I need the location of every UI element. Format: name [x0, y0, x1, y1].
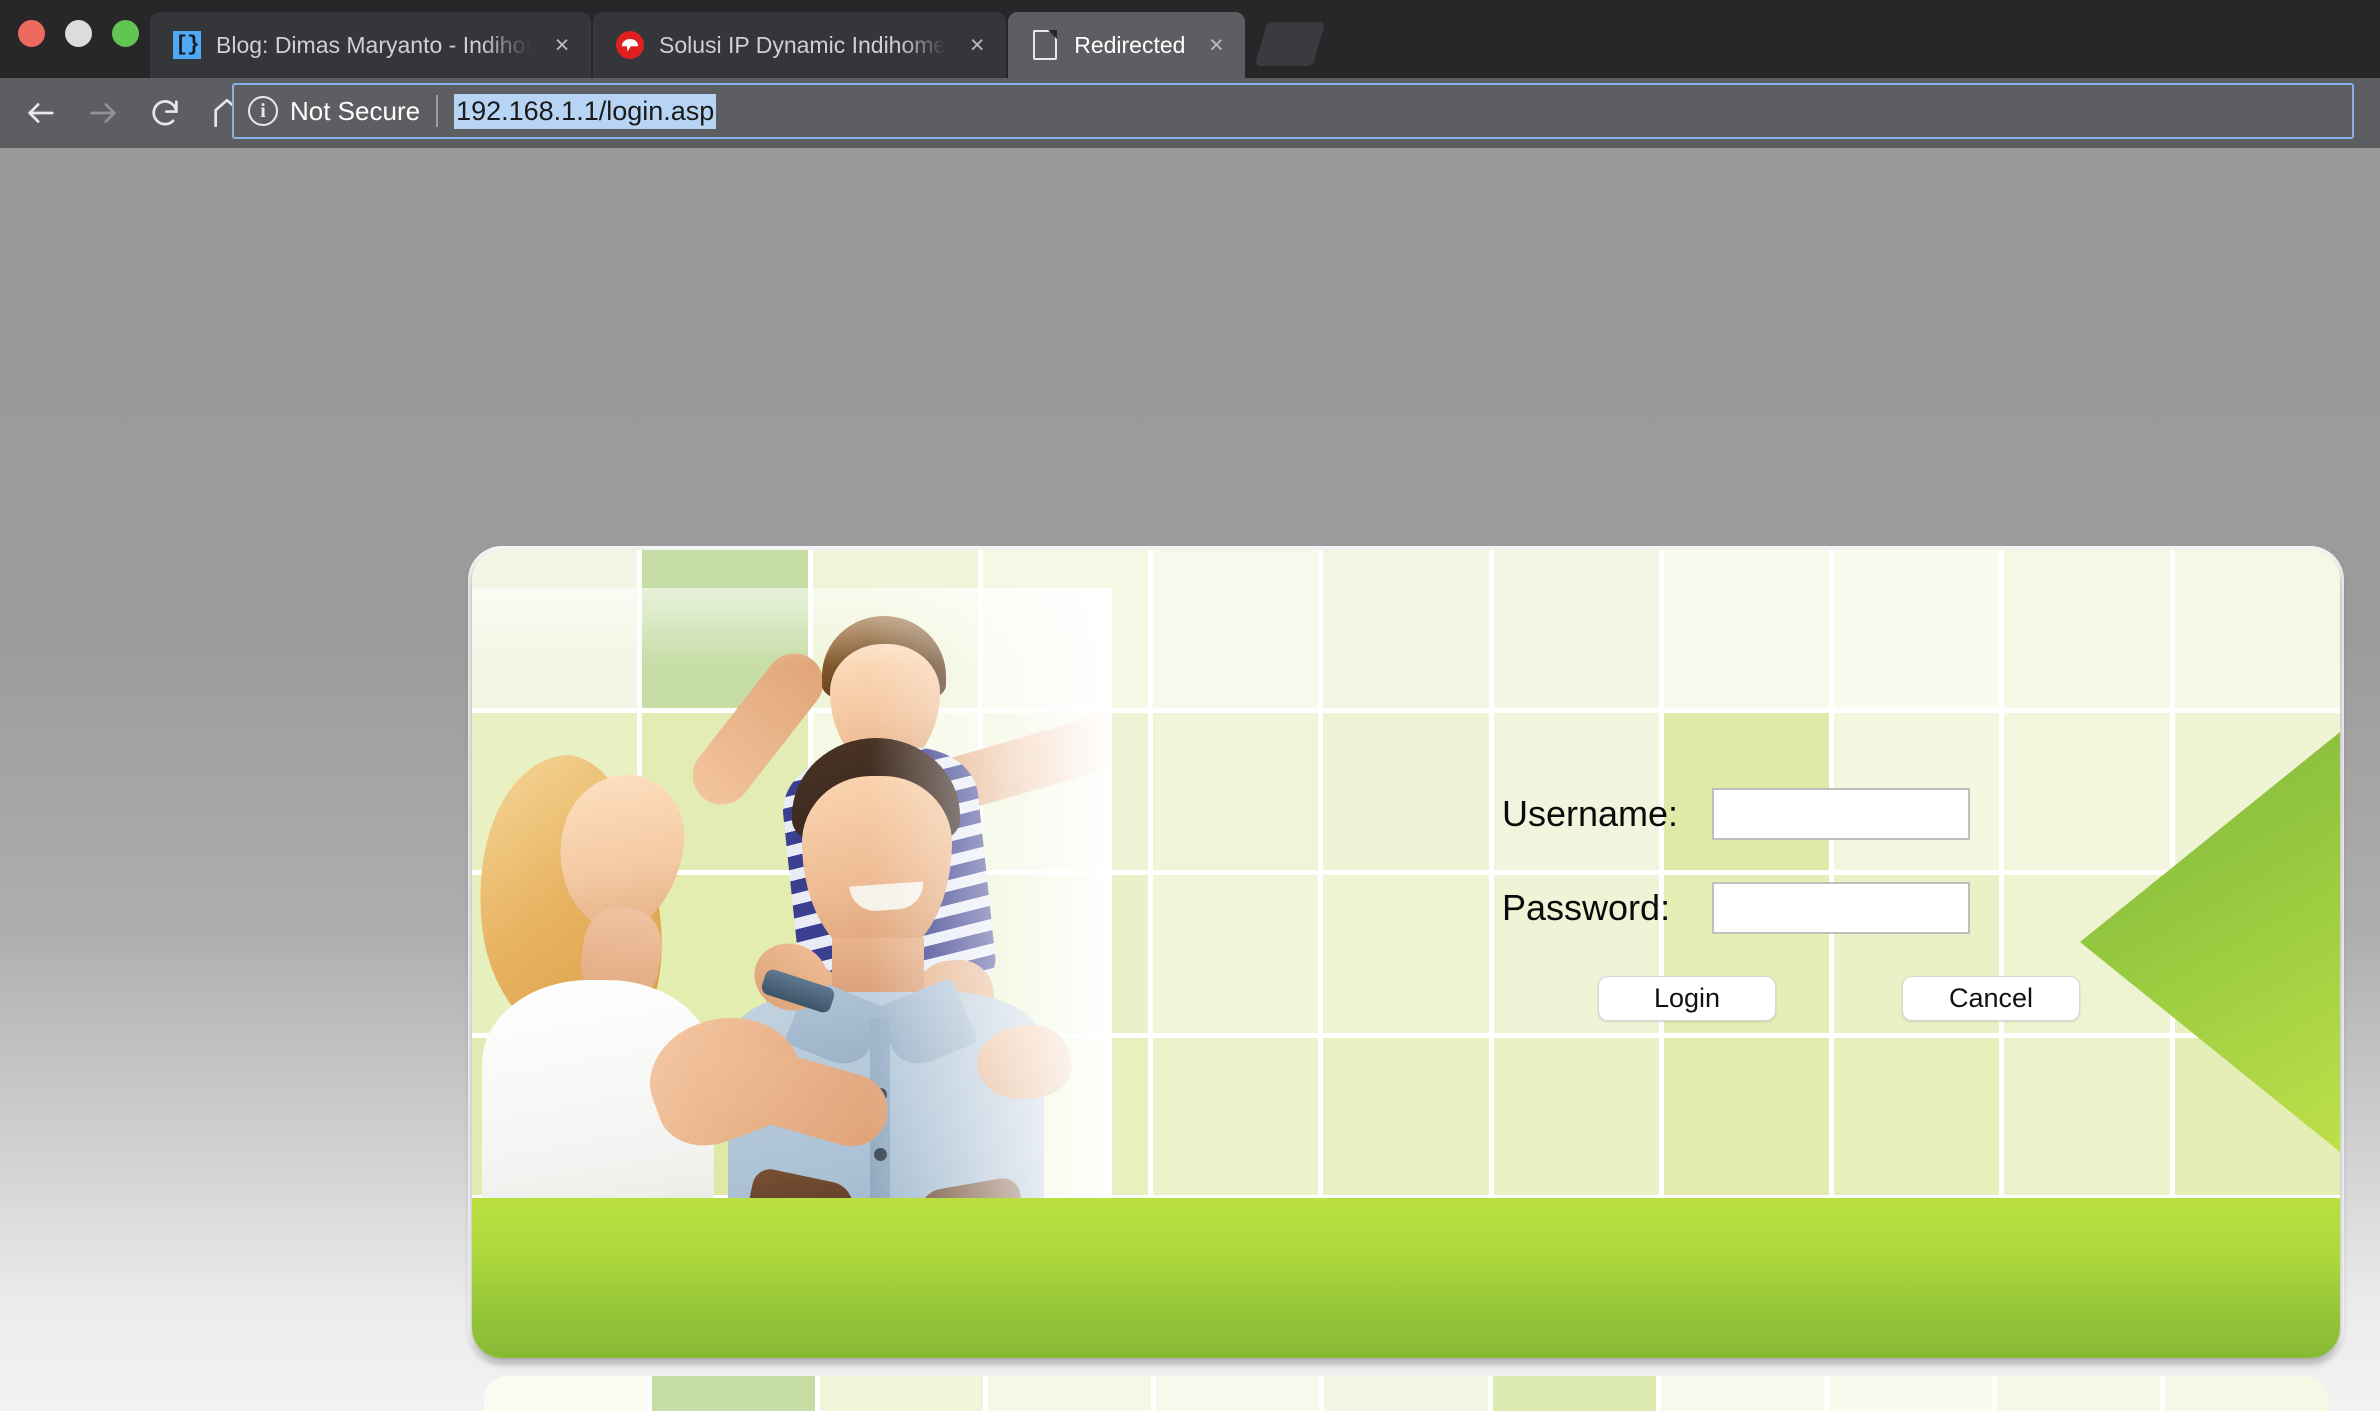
mosaic-tile	[1153, 550, 1319, 708]
username-label: Username:	[1502, 793, 1679, 834]
mosaic-tile	[472, 875, 638, 1033]
close-tab-3-button[interactable]: ×	[1201, 30, 1231, 60]
mosaic-tile	[1323, 712, 1489, 871]
mosaic-tile	[982, 875, 1149, 1033]
mosaic-tile	[1153, 712, 1319, 871]
mosaic-tile	[652, 1376, 816, 1411]
mosaic-tile	[982, 1037, 1149, 1196]
mosaic-tile	[1834, 1037, 2000, 1196]
login-form: Username: Password: Login Cancel	[1502, 788, 2122, 1021]
username-input[interactable]	[1712, 788, 1970, 840]
password-input[interactable]	[1712, 882, 1970, 934]
mosaic-tile	[642, 875, 808, 1033]
document-icon	[1030, 30, 1060, 60]
tab-title-3: Redirected	[1074, 31, 1186, 58]
url-text[interactable]: 192.168.1.1/login.asp	[454, 93, 717, 129]
page-viewport: Username: Password: Login Cancel	[0, 148, 2380, 1411]
mosaic-tile	[2174, 550, 2340, 708]
mosaic-tile	[1660, 1376, 1824, 1411]
tab-strip: [} Blog: Dimas Maryanto - Indihome × Sol…	[0, 0, 2380, 78]
tab-title-2: Solusi IP Dynamic Indihome	[659, 31, 947, 58]
minimize-window-button[interactable]	[65, 20, 92, 47]
info-circle-icon[interactable]: i	[248, 96, 278, 126]
mosaic-tile	[1323, 550, 1489, 708]
tab-list: [} Blog: Dimas Maryanto - Indihome × Sol…	[150, 0, 1326, 78]
reload-icon[interactable]	[134, 82, 196, 144]
mosaic-tile	[1834, 550, 2000, 708]
mosaic-tile	[472, 712, 638, 871]
browser-window: [} Blog: Dimas Maryanto - Indihome × Sol…	[0, 0, 2380, 1411]
security-status-label: Not Secure	[290, 95, 421, 126]
close-tab-1-button[interactable]: ×	[547, 30, 577, 60]
browser-tab-1[interactable]: [} Blog: Dimas Maryanto - Indihome ×	[150, 12, 591, 78]
mosaic-tile	[1323, 875, 1489, 1033]
address-bar[interactable]: i Not Secure 192.168.1.1/login.asp	[232, 83, 2354, 139]
password-row: Password:	[1502, 882, 2122, 934]
mosaic-tile	[2004, 550, 2170, 708]
mosaic-tile	[812, 1037, 978, 1196]
red-circle-icon	[615, 30, 645, 60]
mosaic-tile	[1323, 1037, 1489, 1196]
mosaic-tile	[1493, 1037, 1659, 1196]
mosaic-tile	[1828, 1376, 1992, 1411]
card-footer-bar	[472, 1198, 2340, 1358]
mosaic-tile	[1156, 1376, 1320, 1411]
mosaic-tile	[484, 1376, 648, 1411]
omnibox-divider	[436, 95, 439, 127]
mosaic-tile	[1663, 1037, 1830, 1196]
mosaic-tile	[1493, 550, 1659, 708]
close-window-button[interactable]	[18, 20, 45, 47]
router-login-card: Username: Password: Login Cancel	[472, 550, 2340, 1358]
blogger-icon: [}	[172, 30, 202, 60]
mosaic-tile	[1153, 1037, 1319, 1196]
form-actions: Login Cancel	[1598, 976, 2122, 1021]
mosaic-tile	[472, 550, 638, 708]
mosaic-tile	[1324, 1376, 1488, 1411]
browser-tab-2[interactable]: Solusi IP Dynamic Indihome ×	[593, 12, 1007, 78]
mosaic-tile	[642, 550, 808, 708]
mosaic-tile	[982, 712, 1149, 871]
mosaic-tile	[642, 712, 808, 871]
browser-tab-3[interactable]: Redirected ×	[1008, 12, 1246, 78]
login-button[interactable]: Login	[1598, 976, 1776, 1021]
close-tab-2-button[interactable]: ×	[962, 30, 992, 60]
cancel-button[interactable]: Cancel	[1902, 976, 2080, 1021]
password-label: Password:	[1502, 887, 1671, 928]
tab-title-1: Blog: Dimas Maryanto - Indihome	[216, 31, 531, 58]
mosaic-tile	[812, 550, 978, 708]
mosaic-tile	[812, 712, 978, 871]
maximize-window-button[interactable]	[112, 20, 139, 47]
new-tab-button[interactable]	[1255, 22, 1326, 66]
window-controls	[18, 20, 139, 47]
mosaic-tile	[472, 1037, 638, 1196]
mosaic-background-2	[484, 1376, 2328, 1411]
mosaic-tile	[642, 1037, 808, 1196]
forward-arrow-icon[interactable]	[72, 82, 134, 144]
back-arrow-icon[interactable]	[10, 82, 72, 144]
mosaic-tile	[2004, 1037, 2170, 1196]
mosaic-tile	[1996, 1376, 2160, 1411]
mosaic-tile	[1663, 550, 1830, 708]
mosaic-tile	[982, 550, 1149, 708]
secondary-card-top	[484, 1376, 2328, 1411]
mosaic-tile	[1492, 1376, 1656, 1411]
mosaic-tile	[820, 1376, 984, 1411]
mosaic-tile	[812, 875, 978, 1033]
mosaic-tile	[988, 1376, 1152, 1411]
mosaic-tile	[1153, 875, 1319, 1033]
username-row: Username:	[1502, 788, 2122, 840]
mosaic-tile	[2164, 1376, 2328, 1411]
